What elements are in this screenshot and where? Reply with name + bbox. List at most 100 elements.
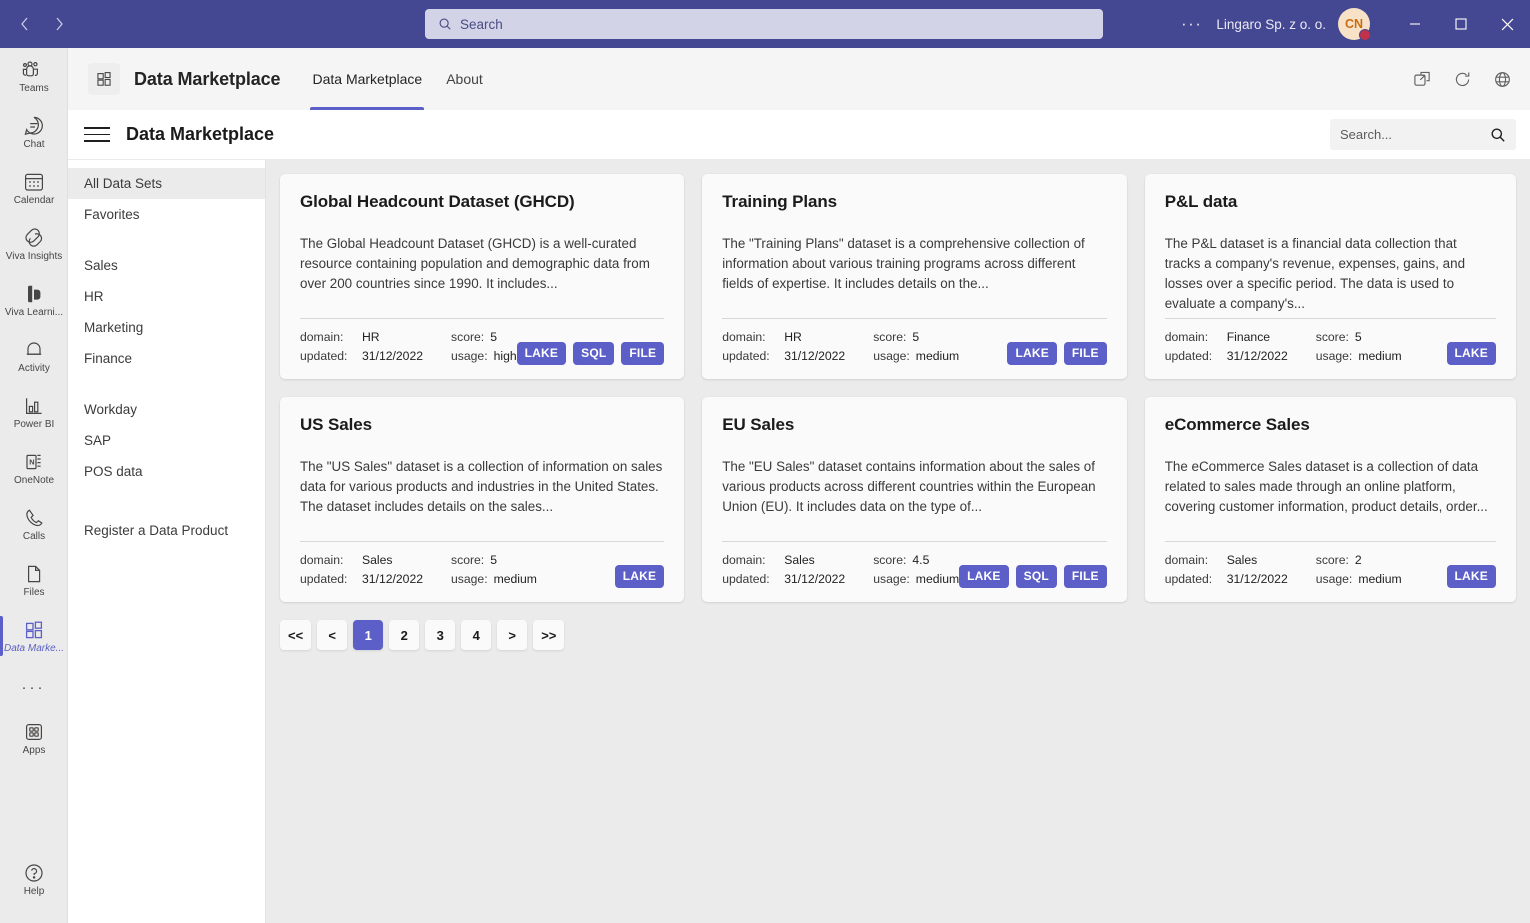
- global-search-input[interactable]: Search: [460, 17, 503, 32]
- sidebar-item-activity[interactable]: Activity: [0, 328, 68, 384]
- nav-item-sap[interactable]: SAP: [68, 425, 265, 456]
- format-badge-lake[interactable]: LAKE: [516, 342, 567, 365]
- meta-domain-label: domain:: [1164, 553, 1209, 567]
- format-badge-file[interactable]: FILE: [1063, 342, 1107, 365]
- sidebar-item-data-marketplace[interactable]: Data Marke...: [0, 608, 68, 664]
- dataset-description: The "US Sales" dataset is a collection o…: [300, 459, 663, 514]
- sidebar-item-teams[interactable]: Teams: [0, 48, 68, 104]
- pop-out-icon[interactable]: [1410, 67, 1434, 91]
- forward-button[interactable]: [42, 7, 76, 41]
- page-button[interactable]: <<: [280, 620, 312, 650]
- meta-domain-value: Sales: [362, 553, 393, 567]
- sidebar-item-power-bi[interactable]: Power BI: [0, 384, 68, 440]
- dataset-card[interactable]: eCommerce Sales The eCommerce Sales datas…: [1144, 397, 1516, 602]
- meta-column-secondary: score: 4.5 usage: medium: [873, 552, 959, 588]
- sidebar-item-chat[interactable]: Chat: [0, 104, 68, 160]
- dataset-grid: Global Headcount Dataset (GHCD) The Globa…: [280, 174, 1516, 602]
- sidebar-item-calls[interactable]: Calls: [0, 496, 68, 552]
- dataset-card[interactable]: US Sales The "US Sales" dataset is a coll…: [280, 397, 685, 602]
- sidebar-item-calendar[interactable]: Calendar: [0, 160, 68, 216]
- format-badge-sql[interactable]: SQL: [573, 342, 615, 365]
- power-bi-icon: [23, 395, 45, 417]
- sidebar-item-label: Viva Insights: [5, 250, 63, 262]
- dataset-card[interactable]: EU Sales The "EU Sales" dataset contains …: [702, 397, 1127, 602]
- nav-item-all-data-sets[interactable]: All Data Sets: [68, 168, 265, 199]
- search-icon[interactable]: [1490, 127, 1506, 143]
- format-badge-file[interactable]: FILE: [621, 342, 665, 365]
- rail-more-button[interactable]: ···: [0, 664, 67, 710]
- meta-usage: usage: medium: [873, 348, 959, 365]
- avatar[interactable]: CN: [1338, 8, 1371, 41]
- maximize-button[interactable]: [1438, 0, 1484, 48]
- card-divider: [300, 318, 665, 319]
- refresh-icon[interactable]: [1450, 67, 1474, 91]
- meta-domain-value: Sales: [1226, 553, 1258, 567]
- meta-usage: usage: medium: [1316, 348, 1402, 365]
- format-badge-lake[interactable]: LAKE: [1446, 565, 1496, 588]
- sidebar-item-label: OneNote: [13, 474, 55, 486]
- format-badges: LAKE: [1446, 342, 1496, 365]
- sidebar-item-help[interactable]: Help: [0, 851, 68, 907]
- meta-updated-label: updated:: [722, 349, 770, 363]
- meta-domain: domain: HR: [300, 329, 423, 346]
- meta-usage-label: usage:: [451, 572, 488, 586]
- bell-icon: [23, 339, 45, 361]
- minimize-button[interactable]: [1392, 0, 1438, 48]
- page-button[interactable]: <: [317, 620, 348, 650]
- meta-column-primary: domain: Sales updated: 31/12/2022: [722, 552, 845, 588]
- globe-icon[interactable]: [1490, 67, 1514, 91]
- sidebar-item-files[interactable]: Files: [0, 552, 68, 608]
- page-button[interactable]: 3: [425, 620, 456, 650]
- page-button[interactable]: 1: [353, 620, 384, 650]
- meta-domain: domain: Sales: [722, 552, 845, 569]
- page-button[interactable]: >: [497, 620, 528, 650]
- nav-item-label: Finance: [84, 351, 133, 366]
- meta-updated-value: 31/12/2022: [1226, 349, 1288, 363]
- sidebar-item-onenote[interactable]: N OneNote: [0, 440, 68, 496]
- tab-data-marketplace[interactable]: Data Marketplace: [302, 48, 432, 110]
- nav-item-hr[interactable]: HR: [68, 281, 265, 312]
- sidebar-item-viva-insights[interactable]: Viva Insights: [0, 216, 68, 272]
- format-badge-lake[interactable]: LAKE: [959, 565, 1009, 588]
- nav-item-marketing[interactable]: Marketing: [68, 312, 265, 343]
- dataset-card[interactable]: Training Plans The "Training Plans" datas…: [702, 174, 1127, 379]
- format-badge-sql[interactable]: SQL: [1015, 565, 1057, 588]
- page-button[interactable]: >>: [533, 620, 565, 650]
- nav-item-label: POS data: [84, 464, 143, 479]
- meta-domain-value: Sales: [784, 553, 815, 567]
- tab-label: About: [446, 71, 483, 87]
- nav-item-pos-data[interactable]: POS data: [68, 456, 265, 487]
- close-button[interactable]: [1484, 0, 1530, 48]
- global-search[interactable]: Search: [425, 9, 1103, 39]
- sidebar-item-viva-learning[interactable]: Viva Learni...: [0, 272, 68, 328]
- dataset-meta: domain: Sales updated: 31/12/2022 score: 2 usa…: [1165, 552, 1496, 588]
- file-icon: [23, 563, 45, 585]
- menu-icon[interactable]: [84, 121, 112, 149]
- nav-item-finance[interactable]: Finance: [68, 343, 265, 374]
- meta-score: score: 4.5: [873, 552, 959, 569]
- titlebar-overflow-button[interactable]: ···: [1173, 8, 1210, 40]
- nav-item-workday[interactable]: Workday: [68, 394, 265, 425]
- dataset-card[interactable]: Global Headcount Dataset (GHCD) The Globa…: [280, 174, 685, 379]
- app-logo-icon: [88, 63, 120, 95]
- nav-item-favorites[interactable]: Favorites: [68, 199, 265, 230]
- help-icon: [23, 862, 45, 884]
- tab-about[interactable]: About: [436, 48, 493, 110]
- meta-usage: usage: high: [451, 348, 517, 365]
- sidebar-item-apps[interactable]: Apps: [0, 710, 68, 766]
- format-badge-lake[interactable]: LAKE: [1446, 342, 1496, 365]
- back-button[interactable]: [8, 7, 42, 41]
- format-badge-lake[interactable]: LAKE: [1007, 342, 1057, 365]
- dataset-meta: domain: Finance updated: 31/12/2022 score: 5 u…: [1165, 329, 1496, 365]
- nav-item-sales[interactable]: Sales: [68, 250, 265, 281]
- nav-item-register-a-data-product[interactable]: Register a Data Product: [68, 515, 265, 546]
- format-badge-file[interactable]: FILE: [1063, 565, 1107, 588]
- dataset-description: The P&L dataset is a financial data coll…: [1164, 236, 1466, 311]
- phone-icon: [23, 507, 45, 529]
- dataset-card[interactable]: P&L data The P&L dataset is a financial d…: [1144, 174, 1516, 379]
- marketplace-search-input[interactable]: Search...: [1330, 119, 1516, 150]
- page-button[interactable]: 4: [461, 620, 492, 650]
- page-button[interactable]: 2: [389, 620, 420, 650]
- sidebar-item-label: Activity: [18, 362, 50, 374]
- format-badge-lake[interactable]: LAKE: [614, 565, 665, 588]
